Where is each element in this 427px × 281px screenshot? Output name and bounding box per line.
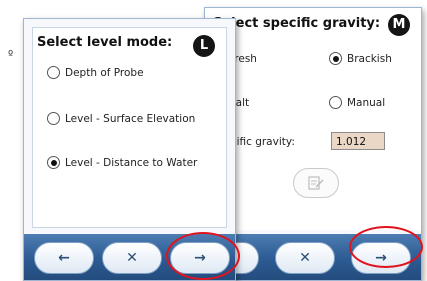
cancel-button[interactable]: ✕ — [102, 242, 162, 274]
screen-m-badge: M — [388, 14, 410, 36]
back-arrow-icon: ← — [58, 250, 70, 266]
option-brackish-label: Brackish — [347, 52, 392, 65]
stray-mark: º — [8, 48, 14, 61]
edit-icon — [308, 176, 324, 190]
edit-button[interactable] — [293, 168, 339, 198]
option-distance-to-water-label: Level - Distance to Water — [65, 156, 198, 169]
next-button[interactable]: → — [351, 242, 411, 274]
option-depth-of-probe-label: Depth of Probe — [65, 66, 144, 79]
option-depth-of-probe[interactable]: Depth of Probe — [47, 66, 144, 79]
screen-l-nav-bar: ← ✕ → — [24, 234, 235, 280]
radio-brackish[interactable] — [329, 52, 342, 65]
cancel-button[interactable]: ✕ — [275, 242, 335, 274]
screen-l-badge: L — [193, 35, 215, 57]
level-mode-screen: Select level mode: L Depth of Probe Leve… — [23, 18, 236, 281]
next-arrow-icon: → — [194, 250, 206, 266]
level-mode-content: Select level mode: L Depth of Probe Leve… — [32, 27, 227, 228]
radio-manual[interactable] — [329, 96, 342, 109]
option-distance-to-water[interactable]: Level - Distance to Water — [47, 156, 197, 169]
option-manual-label: Manual — [347, 96, 386, 109]
next-arrow-icon: → — [375, 250, 387, 266]
option-manual[interactable]: Manual — [329, 96, 385, 109]
specific-gravity-content: Select specific gravity: M Fresh Brackis… — [205, 8, 421, 230]
specific-gravity-screen: Select specific gravity: M Fresh Brackis… — [204, 7, 422, 281]
screen-m-nav-bar: ← ✕ → — [205, 234, 421, 280]
option-surface-elevation[interactable]: Level - Surface Elevation — [47, 112, 195, 125]
option-brackish[interactable]: Brackish — [329, 52, 392, 65]
radio-depth-of-probe[interactable] — [47, 66, 60, 79]
level-mode-title: Select level mode: — [37, 35, 173, 50]
specific-gravity-field[interactable]: 1.012 — [331, 132, 385, 150]
option-surface-elevation-label: Level - Surface Elevation — [65, 112, 196, 125]
screenshot-stage: º Select specific gravity: M Fresh Brack… — [0, 0, 427, 281]
specific-gravity-title: Select specific gravity: — [213, 16, 381, 31]
radio-distance-to-water[interactable] — [47, 156, 60, 169]
close-icon: ✕ — [126, 250, 138, 266]
back-button[interactable]: ← — [34, 242, 94, 274]
close-icon: ✕ — [299, 250, 311, 266]
next-button[interactable]: → — [170, 242, 230, 274]
radio-surface-elevation[interactable] — [47, 112, 60, 125]
